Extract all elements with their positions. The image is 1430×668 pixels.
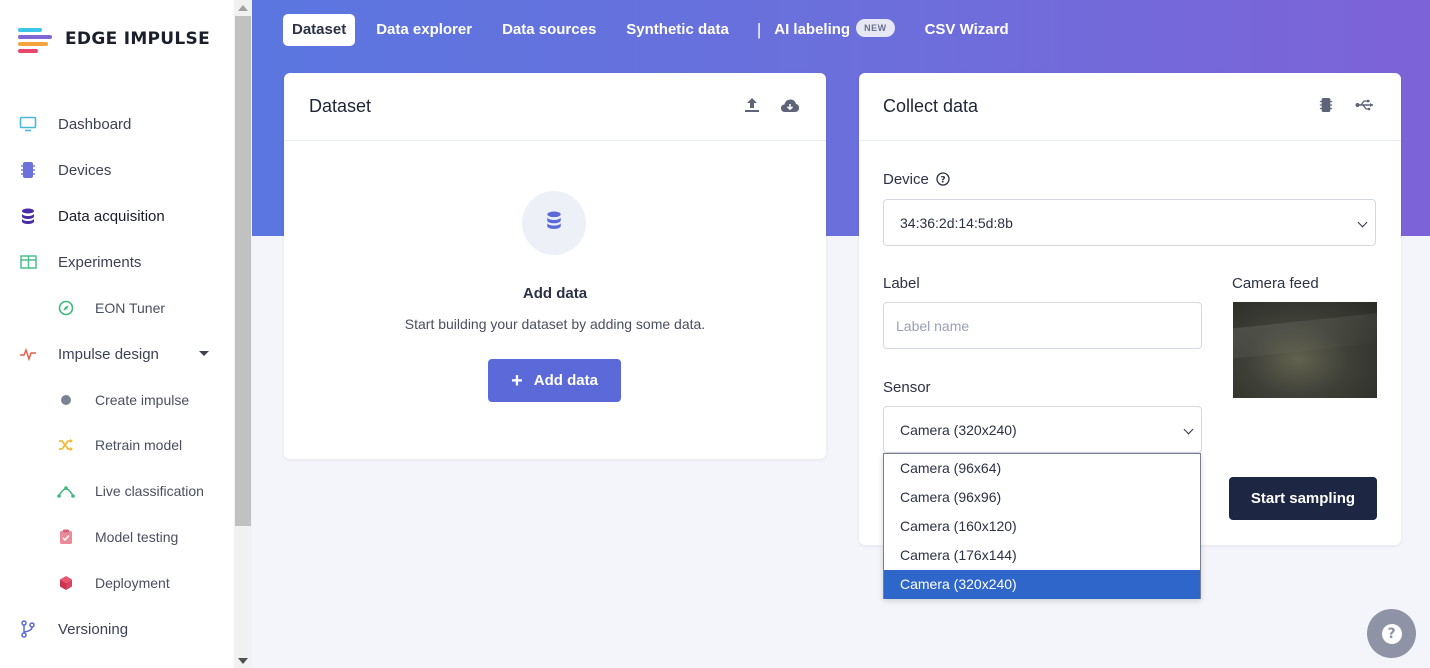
start-sampling-button[interactable]: Start sampling	[1229, 477, 1377, 520]
dataset-card-header: Dataset	[284, 73, 826, 141]
cloud-download-icon[interactable]	[780, 95, 800, 115]
empty-state-badge	[522, 191, 586, 255]
sidebar-item-label: Data acquisition	[58, 207, 165, 225]
scroll-down-arrow-icon[interactable]	[238, 658, 248, 664]
empty-state-title: Add data	[522, 285, 588, 302]
sidebar-item-versioning[interactable]: Versioning	[0, 609, 234, 649]
dataset-card: Dataset Add data Start building your dat…	[284, 73, 826, 459]
sensor-label: Sensor	[883, 379, 931, 396]
database-icon	[19, 207, 37, 225]
sidebar-item-experiments[interactable]: Experiments	[0, 242, 234, 282]
new-badge: NEW	[856, 19, 895, 38]
curve-icon	[57, 482, 75, 500]
question-icon: ?	[1381, 623, 1402, 644]
help-button[interactable]: ?	[1367, 609, 1416, 658]
label-name-input[interactable]	[883, 302, 1202, 349]
sidebar-item-live-classification[interactable]: Live classification	[0, 471, 234, 511]
sensor-dropdown-list: Camera (96x64) Camera (96x96) Camera (16…	[883, 453, 1201, 599]
camera-feed-label: Camera feed	[1232, 275, 1319, 292]
scrollbar-thumb[interactable]	[235, 16, 251, 526]
sensor-option[interactable]: Camera (176x144)	[884, 541, 1200, 570]
table-icon	[19, 253, 37, 271]
device-select-value: 34:36:2d:14:5d:8b	[900, 214, 1013, 231]
device-label-text: Device	[883, 171, 929, 188]
pulse-icon	[19, 345, 37, 363]
sidebar-item-label: Model testing	[95, 529, 179, 545]
sensor-option-selected[interactable]: Camera (320x240)	[884, 570, 1200, 599]
dot-icon	[57, 391, 75, 409]
collect-card-header: Collect data	[859, 73, 1401, 141]
sidebar-item-label: Retrain model	[95, 437, 183, 453]
sidebar-item-devices[interactable]: Devices	[0, 150, 234, 190]
tab-label: AI labeling	[774, 21, 851, 38]
sidebar-item-label: Deployment	[95, 575, 170, 591]
database-icon	[546, 211, 562, 235]
add-data-button[interactable]: + Add data	[488, 359, 621, 402]
question-circle-icon[interactable]: ?	[936, 172, 950, 190]
tab-data-sources[interactable]: Data sources	[487, 14, 611, 46]
chevron-down-icon	[1183, 424, 1194, 435]
device-label: Device ?	[883, 171, 950, 190]
tab-separator: |	[756, 20, 762, 39]
edge-impulse-logo-icon	[18, 26, 54, 53]
sidebar-item-impulse-design[interactable]: Impulse design	[0, 334, 234, 374]
sidebar-item-eon-tuner[interactable]: EON Tuner	[0, 288, 234, 328]
chip-icon	[19, 161, 37, 179]
sensor-select-value: Camera (320x240)	[900, 421, 1017, 438]
sidebar: EDGE IMPULSE Dashboard Devices Data acqu…	[0, 0, 234, 668]
brand-logo[interactable]: EDGE IMPULSE	[18, 26, 211, 53]
add-data-button-label: Add data	[533, 372, 598, 389]
branch-icon	[19, 620, 37, 638]
usb-icon[interactable]	[1355, 95, 1375, 115]
label-field-label: Label	[883, 275, 920, 292]
sidebar-scrollbar[interactable]	[234, 0, 252, 668]
sidebar-item-label: Versioning	[58, 620, 129, 638]
svg-text:?: ?	[940, 176, 945, 186]
dataset-card-title: Dataset	[309, 96, 372, 116]
sidebar-item-deployment[interactable]: Deployment	[0, 563, 234, 603]
upload-icon[interactable]	[742, 95, 762, 115]
sidebar-item-label: Live classification	[95, 483, 204, 499]
chevron-down-icon[interactable]	[199, 351, 209, 356]
tab-csv-wizard[interactable]: CSV Wizard	[910, 14, 1024, 46]
chip-icon[interactable]	[1316, 95, 1336, 115]
plus-icon: +	[511, 369, 523, 392]
top-tabs: Dataset Data explorer Data sources Synth…	[283, 14, 1024, 46]
sidebar-item-model-testing[interactable]: Model testing	[0, 517, 234, 557]
sidebar-item-label: Create impulse	[95, 392, 190, 408]
monitor-icon	[19, 115, 37, 133]
tab-data-explorer[interactable]: Data explorer	[361, 14, 487, 46]
camera-feed-preview	[1233, 302, 1377, 398]
empty-state-subtitle: Start building your dataset by adding so…	[404, 316, 706, 332]
sensor-select[interactable]: Camera (320x240)	[883, 406, 1202, 453]
sidebar-item-label: EON Tuner	[95, 300, 166, 316]
shuffle-icon	[57, 436, 75, 454]
sidebar-item-label: Experiments	[58, 253, 142, 271]
sidebar-item-create-impulse[interactable]: Create impulse	[0, 380, 234, 420]
collect-card-title: Collect data	[883, 96, 979, 116]
sensor-option[interactable]: Camera (96x64)	[884, 454, 1200, 483]
cube-icon	[57, 574, 75, 592]
tab-ai-labeling[interactable]: AI labeling NEW	[774, 14, 909, 46]
device-select[interactable]: 34:36:2d:14:5d:8b	[883, 199, 1376, 246]
sidebar-item-dashboard[interactable]: Dashboard	[0, 104, 234, 144]
sidebar-item-label: Dashboard	[58, 115, 132, 133]
sensor-option[interactable]: Camera (96x96)	[884, 483, 1200, 512]
sidebar-item-label: Impulse design	[58, 345, 159, 363]
sidebar-item-data-acquisition[interactable]: Data acquisition	[0, 196, 234, 236]
compass-icon	[57, 299, 75, 317]
chevron-down-icon	[1357, 217, 1368, 228]
sidebar-item-label: Devices	[58, 161, 112, 179]
clipboard-icon	[57, 528, 75, 546]
brand-name: EDGE IMPULSE	[65, 29, 211, 49]
sidebar-item-retrain-model[interactable]: Retrain model	[0, 425, 234, 465]
tab-synthetic-data[interactable]: Synthetic data	[611, 14, 744, 46]
sensor-option[interactable]: Camera (160x120)	[884, 512, 1200, 541]
scroll-up-arrow-icon[interactable]	[238, 5, 248, 11]
tab-dataset[interactable]: Dataset	[283, 14, 356, 46]
